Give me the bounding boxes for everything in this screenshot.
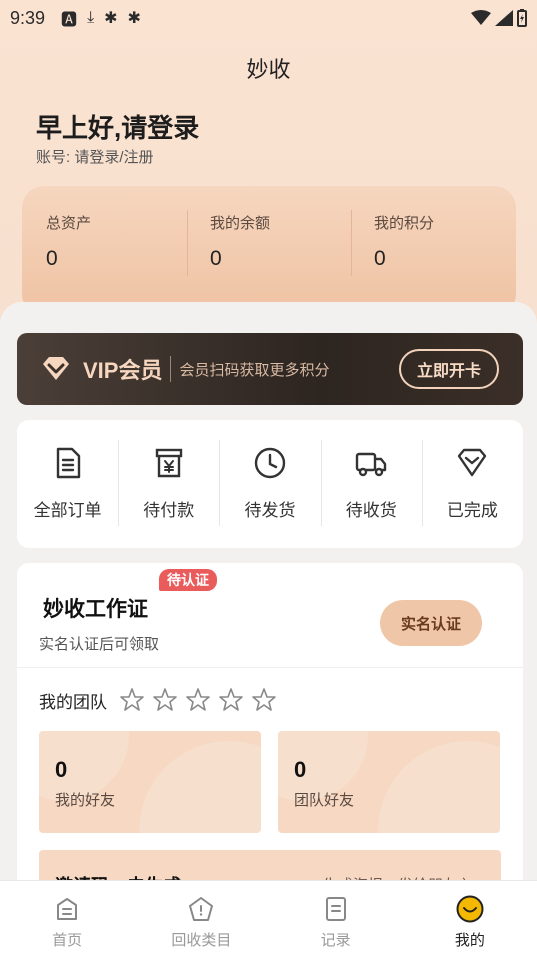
nav-home[interactable]: 首页: [0, 881, 134, 956]
divider: [170, 356, 172, 382]
page-title: 妙收: [246, 57, 291, 82]
a-icon: 🅰: [61, 12, 78, 29]
open-card-button[interactable]: 立即开卡: [398, 349, 499, 389]
vip-title: VIP会员: [83, 358, 163, 383]
diamond-icon: [43, 357, 69, 380]
nav-mine[interactable]: 我的: [403, 881, 537, 956]
status-bar: 9:39 🅰 ⤓ ✱ ✱: [0, 0, 537, 36]
star-icon: [153, 688, 177, 711]
team-row[interactable]: 我的团队: [39, 687, 284, 713]
my-friends-card[interactable]: 0 我的好友: [39, 731, 261, 833]
divider: [351, 210, 352, 276]
signal-icon: [495, 10, 513, 26]
team-friends-count: 0: [294, 757, 307, 782]
order-label: 已完成: [446, 501, 498, 520]
smile-icon: [456, 895, 484, 923]
order-unpaid-button[interactable]: 待付款: [118, 420, 219, 548]
decor-circle: [139, 741, 261, 833]
bug-icon: ✱: [127, 10, 141, 27]
friends-label: 我的好友: [55, 792, 116, 809]
truck-icon: [356, 452, 387, 477]
record-icon: [325, 897, 346, 921]
asset-label: 我的余额: [210, 215, 271, 232]
nav-records[interactable]: 记录: [269, 881, 403, 956]
asset-value: 0: [46, 247, 58, 270]
home-icon: [57, 898, 78, 920]
download-icon: ⤓: [87, 9, 95, 26]
order-all-button[interactable]: 全部订单: [17, 420, 118, 548]
clock-icon: [254, 447, 286, 479]
vip-description: 会员扫码获取更多积分: [179, 361, 330, 379]
orders-card: 全部订单 待付款 待发货 待收货 已完成: [17, 420, 523, 548]
asset-value: 0: [374, 247, 386, 270]
account-label: 账号:: [36, 149, 71, 166]
star-icon: [219, 688, 243, 711]
order-label: 待发货: [244, 501, 296, 520]
vip-banner[interactable]: VIP会员 会员扫码获取更多积分 立即开卡: [17, 333, 523, 405]
divider: [187, 210, 188, 276]
document-icon: [56, 447, 80, 479]
team-label: 我的团队: [39, 692, 107, 712]
star-icon: [252, 688, 276, 711]
team-friends-label: 团队好友: [294, 792, 355, 809]
nav-label: 记录: [320, 932, 351, 949]
asset-total[interactable]: 总资产 0: [46, 212, 186, 271]
star-icon: [120, 688, 144, 711]
decor-circle: [378, 741, 500, 833]
star-icon: [186, 688, 210, 711]
nav-label: 回收类目: [171, 932, 232, 949]
friends-count: 0: [55, 757, 68, 782]
nav-label: 首页: [52, 932, 83, 949]
nav-category[interactable]: 回收类目: [134, 881, 268, 956]
order-to-ship-button[interactable]: 待发货: [219, 420, 320, 548]
verify-identity-button[interactable]: 实名认证: [380, 600, 482, 646]
account-line[interactable]: 账号: 请登录/注册: [36, 146, 154, 167]
order-completed-button[interactable]: 已完成: [421, 420, 523, 548]
wallet-icon: [155, 448, 182, 478]
team-friends-card[interactable]: 0 团队好友: [278, 731, 500, 833]
asset-value: 0: [210, 247, 222, 270]
asset-label: 我的积分: [374, 215, 435, 232]
order-label: 待收货: [345, 501, 397, 520]
check-diamond-icon: [458, 448, 487, 477]
work-card: 待认证 妙收工作证 实名认证后可领取 实名认证 我的团队 0 我的好友 0 团队…: [17, 563, 523, 893]
asset-balance[interactable]: 我的余额 0: [210, 212, 350, 271]
greeting-text[interactable]: 早上好,请登录: [36, 108, 199, 145]
work-card-subtitle: 实名认证后可领取: [39, 636, 160, 653]
status-time: 9:39: [10, 7, 46, 28]
bottom-nav: 首页 回收类目 记录 我的: [0, 880, 537, 956]
work-card-title: 妙收工作证: [43, 598, 148, 621]
divider: [17, 667, 523, 668]
login-register-link[interactable]: 请登录/注册: [74, 149, 153, 166]
nav-label: 我的: [454, 932, 485, 949]
status-badge: 待认证: [159, 569, 217, 591]
asset-label: 总资产: [46, 215, 92, 232]
bug-icon: ✱: [104, 10, 118, 27]
category-icon: [189, 897, 214, 921]
order-to-receive-button[interactable]: 待收货: [320, 420, 422, 548]
battery-icon: [517, 9, 527, 27]
asset-points[interactable]: 我的积分 0: [374, 212, 514, 271]
wifi-icon: [471, 10, 491, 25]
assets-card: 总资产 0 我的余额 0 我的积分 0: [22, 186, 516, 316]
order-label: 待付款: [143, 501, 195, 520]
order-label: 全部订单: [33, 501, 102, 520]
